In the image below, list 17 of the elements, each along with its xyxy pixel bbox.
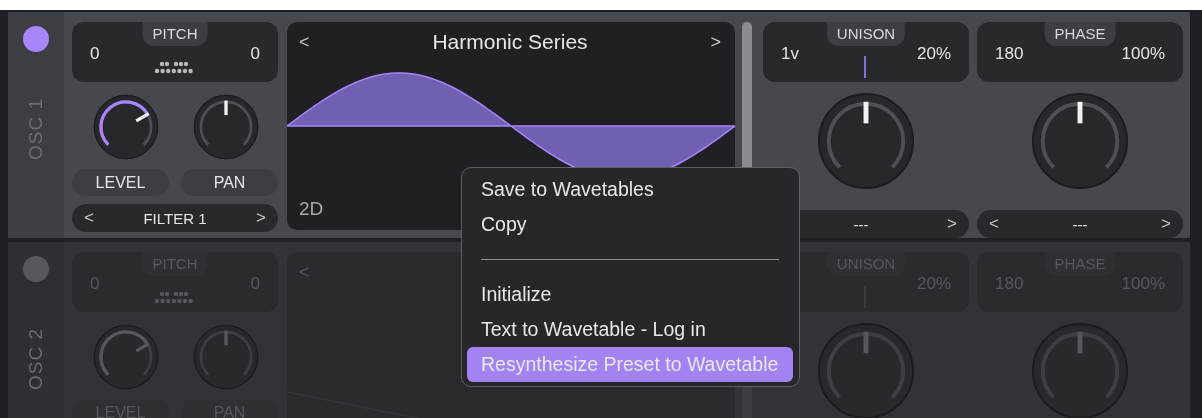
pitch-value: 0	[250, 44, 260, 64]
filter-name: FILTER 1	[143, 209, 207, 227]
pitch-label: PITCH	[142, 22, 208, 46]
oscillator-label: OSC 2	[25, 328, 47, 391]
unison-label: UNISON	[826, 22, 906, 46]
knob-label: LEVEL	[72, 169, 169, 196]
option-value: ---	[1072, 215, 1088, 233]
phase-label: PHASE	[1044, 22, 1116, 46]
mode-label: 2D	[299, 198, 324, 220]
unison-value: 20%	[916, 44, 951, 64]
option-value: ---	[853, 215, 869, 233]
phase-value: 180	[995, 44, 1024, 64]
phase-value: 100%	[1121, 44, 1165, 64]
knob-label: PAN	[181, 169, 278, 196]
unison-value: 1v	[781, 44, 799, 64]
pitch-value: 0	[90, 44, 100, 64]
wavetable-name: Harmonic Series	[432, 30, 588, 54]
